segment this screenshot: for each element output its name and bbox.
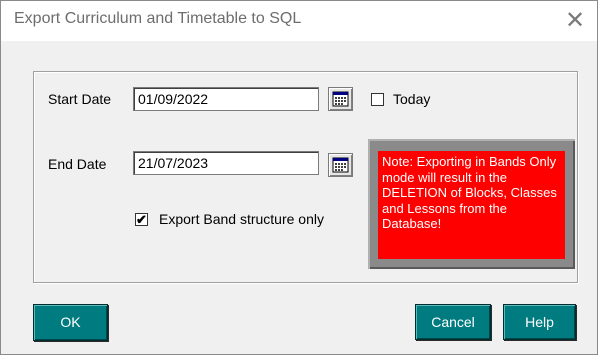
end-date-field[interactable]: 21/07/2023 [133,151,319,175]
today-checkbox[interactable] [371,93,384,106]
ok-button[interactable]: OK [33,304,108,341]
note-text: Note: Exporting in Bands Only mode will … [378,151,565,259]
window-title: Export Curriculum and Timetable to SQL [14,10,302,27]
export-band-checkbox[interactable]: ✔ [135,213,148,226]
calendar-icon [332,157,349,173]
close-icon[interactable]: ✕ [559,5,591,37]
calendar-icon [332,91,349,107]
export-band-label: Export Band structure only [159,211,324,227]
start-date-label: Start Date [48,91,112,107]
dialog-window: Export Curriculum and Timetable to SQL ✕… [0,0,598,355]
cancel-button[interactable]: Cancel [415,304,491,340]
end-date-label: End Date [48,156,107,172]
note-panel: Note: Exporting in Bands Only mode will … [368,139,575,269]
start-date-calendar-button[interactable] [328,87,353,111]
end-date-calendar-button[interactable] [328,153,353,177]
start-date-field[interactable]: 01/09/2022 [133,87,319,111]
today-label: Today [393,91,431,107]
help-button[interactable]: Help [503,304,576,340]
title-bar: Export Curriculum and Timetable to SQL ✕ [1,1,597,41]
